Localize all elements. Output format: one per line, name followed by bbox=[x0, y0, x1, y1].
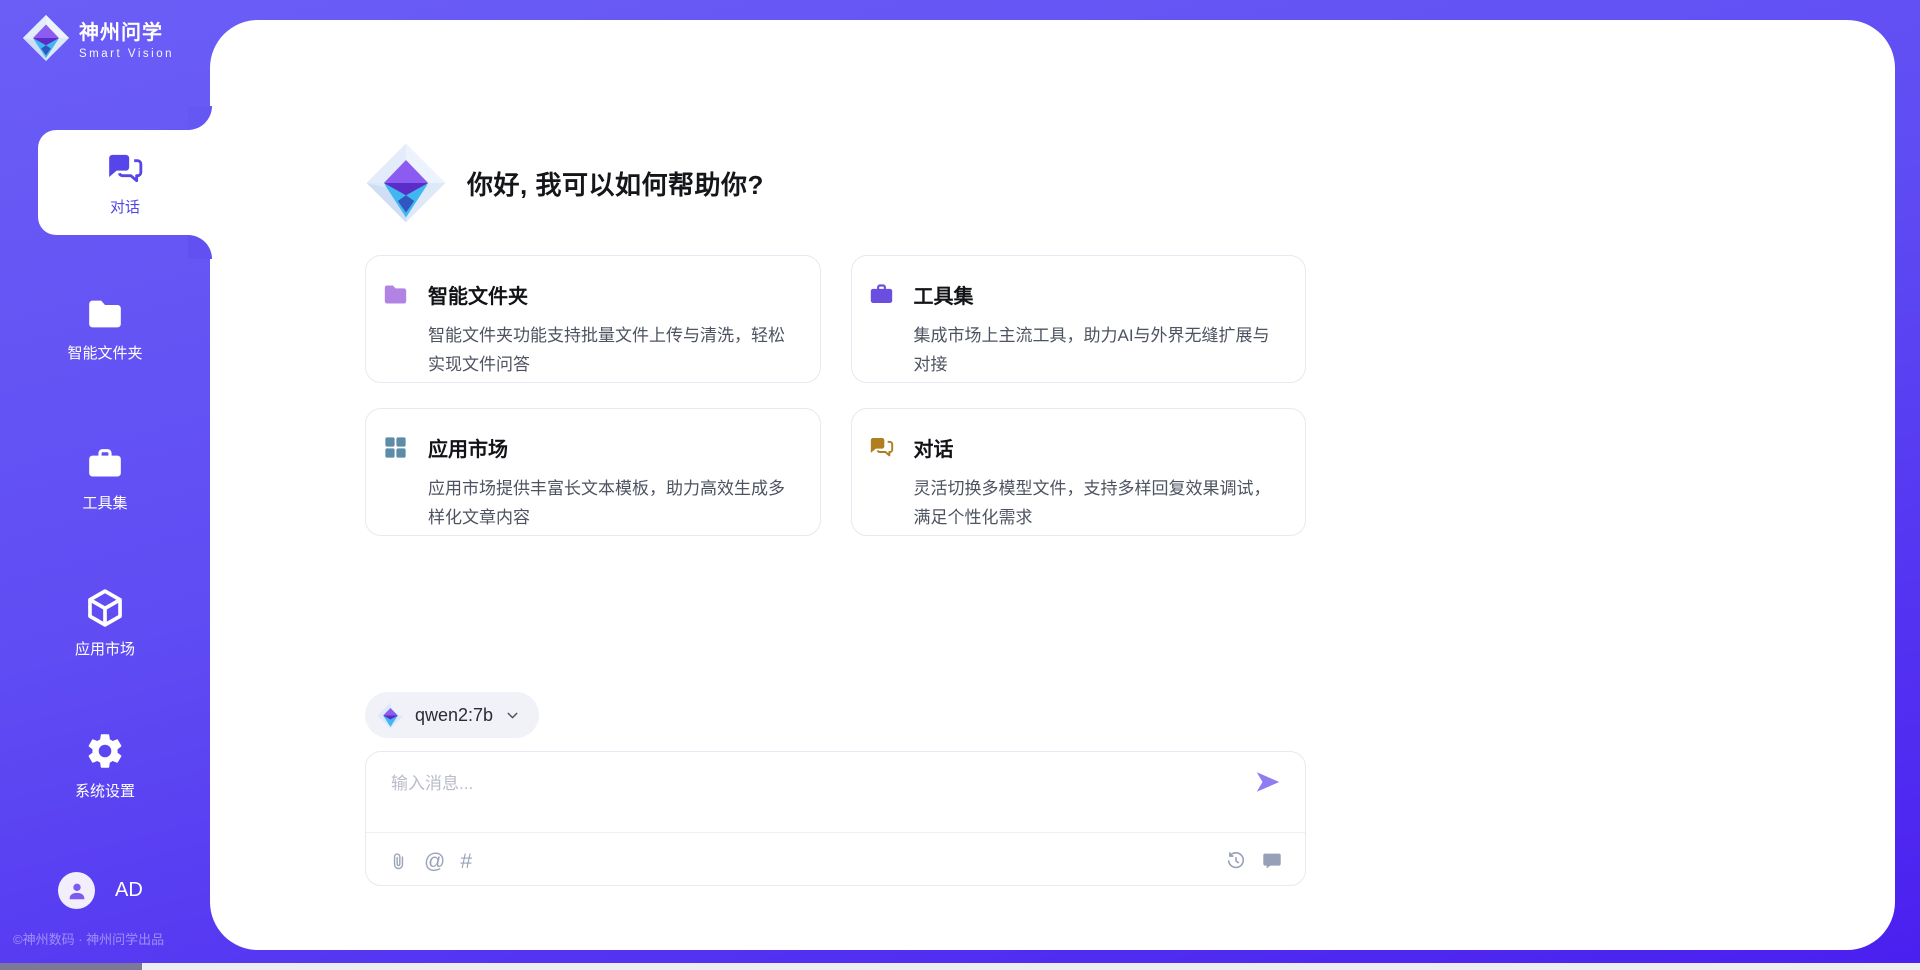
comment-button[interactable] bbox=[1261, 850, 1283, 872]
sidebar-item-settings[interactable]: 系统设置 bbox=[0, 730, 210, 801]
cube-icon bbox=[83, 586, 127, 630]
sidebar-item-smart-folder[interactable]: 智能文件夹 bbox=[0, 294, 210, 363]
copyright-text: ©神州数码 · 神州问学出品 bbox=[13, 929, 164, 948]
card-description: 集成市场上主流工具，助力AI与外界无缝扩展与对接 bbox=[914, 321, 1278, 379]
card-smart-folder[interactable]: 智能文件夹 智能文件夹功能支持批量文件上传与清洗，轻松实现文件问答 bbox=[365, 255, 821, 383]
model-name: qwen2:7b bbox=[415, 705, 493, 726]
sidebar-item-label: 工具集 bbox=[82, 492, 127, 513]
brand-subtitle: Smart Vision bbox=[79, 48, 174, 60]
chevron-down-icon bbox=[504, 707, 521, 724]
attach-button[interactable] bbox=[388, 851, 409, 872]
send-button[interactable] bbox=[1253, 767, 1283, 797]
hash-icon: # bbox=[460, 851, 472, 872]
greeting-diamond-icon bbox=[365, 142, 447, 224]
toolbox-icon bbox=[85, 444, 125, 484]
card-title: 对话 bbox=[914, 433, 954, 462]
card-chat[interactable]: 对话 灵活切换多模型文件，支持多样回复效果调试，满足个性化需求 bbox=[851, 408, 1307, 536]
paperclip-icon bbox=[388, 851, 409, 872]
brand-diamond-icon bbox=[22, 14, 70, 62]
feature-cards: 智能文件夹 智能文件夹功能支持批量文件上传与清洗，轻松实现文件问答 工具集 集成… bbox=[365, 255, 1306, 536]
folder-icon bbox=[85, 294, 125, 334]
card-description: 智能文件夹功能支持批量文件上传与清洗，轻松实现文件问答 bbox=[428, 321, 792, 379]
card-description: 灵活切换多模型文件，支持多样回复效果调试，满足个性化需求 bbox=[914, 474, 1278, 532]
sidebar-item-toolset[interactable]: 工具集 bbox=[0, 444, 210, 513]
greeting: 你好, 我可以如何帮助你? bbox=[365, 143, 764, 223]
message-composer: @ # bbox=[365, 751, 1306, 886]
user-name: AD bbox=[115, 879, 143, 902]
horizontal-scrollbar[interactable] bbox=[0, 963, 1920, 970]
tab-fillet-bottom bbox=[188, 235, 212, 259]
model-selector[interactable]: qwen2:7b bbox=[365, 692, 539, 738]
sidebar-item-chat[interactable]: 对话 bbox=[38, 130, 212, 235]
composer-divider bbox=[366, 832, 1305, 833]
card-title: 工具集 bbox=[914, 280, 974, 309]
hash-button[interactable]: # bbox=[460, 851, 472, 872]
card-title: 应用市场 bbox=[428, 433, 508, 462]
user-profile[interactable]: AD bbox=[58, 872, 143, 909]
mention-icon: @ bbox=[424, 851, 445, 872]
history-icon bbox=[1225, 850, 1247, 872]
sidebar-item-label: 智能文件夹 bbox=[67, 342, 142, 363]
sidebar-item-label: 系统设置 bbox=[75, 780, 135, 801]
mention-button[interactable]: @ bbox=[424, 851, 445, 872]
card-title: 智能文件夹 bbox=[428, 280, 528, 309]
brand-name: 神州问学 bbox=[79, 16, 174, 45]
history-button[interactable] bbox=[1225, 850, 1247, 872]
chat-icon bbox=[868, 434, 895, 461]
card-description: 应用市场提供丰富长文本模板，助力高效生成多样化文章内容 bbox=[428, 474, 792, 532]
toolbox-icon bbox=[868, 281, 895, 308]
card-toolset[interactable]: 工具集 集成市场上主流工具，助力AI与外界无缝扩展与对接 bbox=[851, 255, 1307, 383]
card-app-market[interactable]: 应用市场 应用市场提供丰富长文本模板，助力高效生成多样化文章内容 bbox=[365, 408, 821, 536]
sidebar-item-label: 应用市场 bbox=[75, 638, 135, 659]
send-icon bbox=[1253, 767, 1283, 797]
sidebar-item-label: 对话 bbox=[110, 196, 140, 217]
gear-icon bbox=[84, 730, 126, 772]
sidebar: 神州问学 Smart Vision 对话 智能文件夹 工具集 bbox=[0, 0, 210, 970]
avatar bbox=[58, 872, 95, 909]
message-input[interactable] bbox=[366, 752, 1305, 830]
scrollbar-thumb[interactable] bbox=[0, 963, 142, 970]
brand-logo[interactable]: 神州问学 Smart Vision bbox=[22, 14, 174, 62]
folder-icon bbox=[382, 281, 409, 308]
sidebar-item-app-market[interactable]: 应用市场 bbox=[0, 586, 210, 659]
chat-icon bbox=[105, 149, 145, 189]
comment-icon bbox=[1261, 850, 1283, 872]
model-diamond-icon bbox=[377, 702, 404, 729]
tab-fillet-top bbox=[188, 106, 212, 130]
greeting-text: 你好, 我可以如何帮助你? bbox=[467, 165, 764, 202]
grid-icon bbox=[382, 434, 409, 461]
